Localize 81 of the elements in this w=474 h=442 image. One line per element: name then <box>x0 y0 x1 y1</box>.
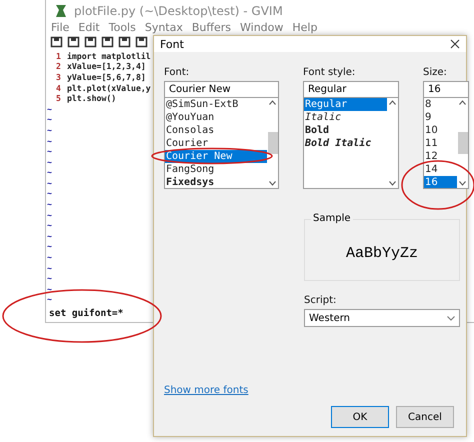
list-item[interactable]: @SimSun-ExtB <box>165 98 267 111</box>
list-item[interactable]: 14 <box>424 163 457 176</box>
empty-line-marker: ~ <box>46 230 53 242</box>
code-line: xValue=[1,2,3,4] <box>66 61 146 72</box>
list-item[interactable]: @YouYuan <box>165 111 267 124</box>
field-label: Size: <box>423 67 448 78</box>
list-item[interactable]: 11 <box>424 137 457 150</box>
list-item[interactable]: Courier New <box>165 150 267 163</box>
window-title: plotFile.py (~\Desktop\test) - GVIM <box>74 4 283 18</box>
line-number: 5 <box>56 93 61 104</box>
list-item[interactable]: 16 <box>424 176 457 188</box>
text-field[interactable]: Regular <box>303 81 399 98</box>
empty-line-marker: ~ <box>46 262 53 274</box>
scroll-up-icon[interactable] <box>269 100 276 105</box>
show-more-fonts-link[interactable]: Show more fonts <box>164 385 248 396</box>
list-item[interactable]: 10 <box>424 124 457 137</box>
list-item[interactable]: Courier <box>165 137 267 150</box>
empty-line-marker: ~ <box>46 146 53 157</box>
empty-line-marker: ~ <box>46 156 53 168</box>
empty-line-marker: ~ <box>46 104 53 114</box>
empty-line-marker: ~ <box>46 114 53 125</box>
empty-line-marker: ~ <box>46 252 53 263</box>
group-label: Sample <box>311 213 352 224</box>
app-icon <box>54 4 68 18</box>
menu-item[interactable]: Buffers <box>192 21 231 34</box>
empty-line-marker: ~ <box>46 124 53 136</box>
dialog-title: Font <box>160 38 184 50</box>
empty-line-marker: ~ <box>46 199 53 210</box>
list-item[interactable]: Italic <box>304 111 387 124</box>
list-item[interactable]: Consolas <box>165 124 267 137</box>
empty-line-marker: ~ <box>46 167 53 178</box>
ok-button[interactable]: OK <box>331 406 389 428</box>
menu-item[interactable]: Tools <box>108 21 136 34</box>
empty-line-marker: ~ <box>46 284 53 294</box>
empty-line-marker: ~ <box>46 178 53 188</box>
close-icon[interactable] <box>450 39 460 49</box>
list-item[interactable]: Bold Italic <box>304 137 387 150</box>
empty-line-marker: ~ <box>46 136 53 146</box>
menu-item[interactable]: Help <box>292 21 318 34</box>
scroll-thumb[interactable] <box>268 132 278 154</box>
line-number: 1 <box>56 50 61 62</box>
field-label: Font: <box>164 67 190 78</box>
empty-line-marker: ~ <box>46 188 53 200</box>
code-line: plt.show() <box>66 93 116 104</box>
menu-item[interactable]: Syntax <box>144 21 183 34</box>
list-item[interactable]: 9 <box>424 111 457 124</box>
field-label: Font style: <box>303 67 356 78</box>
empty-line-marker: ~ <box>46 210 53 220</box>
code-line: plt.plot(xValue,y <box>66 82 151 94</box>
list-item[interactable]: Regular <box>304 98 387 111</box>
list-item[interactable]: FangSong <box>165 163 267 176</box>
text-field[interactable]: Courier New <box>164 81 279 98</box>
text-field[interactable]: 16 <box>423 81 469 98</box>
code-line: yValue=[5,6,7,8] <box>66 72 146 83</box>
chevron-icon <box>447 316 455 320</box>
scroll-down-icon[interactable] <box>459 181 466 186</box>
cancel-button[interactable]: Cancel <box>396 406 454 428</box>
menu-item[interactable]: Edit <box>78 21 100 34</box>
list-item[interactable]: 8 <box>424 98 457 111</box>
scroll-up-icon[interactable] <box>459 100 466 105</box>
script-select[interactable]: Western <box>304 309 460 327</box>
line-number: 2 <box>56 61 61 72</box>
save-icon[interactable] <box>67 34 80 48</box>
menu-item[interactable]: Window <box>240 21 284 34</box>
scroll-thumb[interactable] <box>458 132 468 154</box>
scroll-down-icon[interactable] <box>269 181 276 186</box>
line-number: 3 <box>56 72 61 83</box>
empty-line-marker: ~ <box>46 241 53 252</box>
field-label: Script: <box>304 295 338 306</box>
code-line: import matplotlil <box>66 50 151 62</box>
empty-line-marker: ~ <box>46 294 53 305</box>
list-item[interactable]: Fixedsys <box>165 176 267 188</box>
scroll-up-icon[interactable] <box>389 100 396 105</box>
empty-line-marker: ~ <box>46 273 53 284</box>
scroll-down-icon[interactable] <box>389 181 396 186</box>
list-item[interactable]: 12 <box>424 150 457 163</box>
list-item[interactable]: Bold <box>304 124 387 137</box>
line-number: 4 <box>56 82 61 94</box>
menu-item[interactable]: File <box>51 21 70 34</box>
empty-line-marker: ~ <box>46 220 53 231</box>
sample-text: AaBbYyZz <box>346 244 418 262</box>
